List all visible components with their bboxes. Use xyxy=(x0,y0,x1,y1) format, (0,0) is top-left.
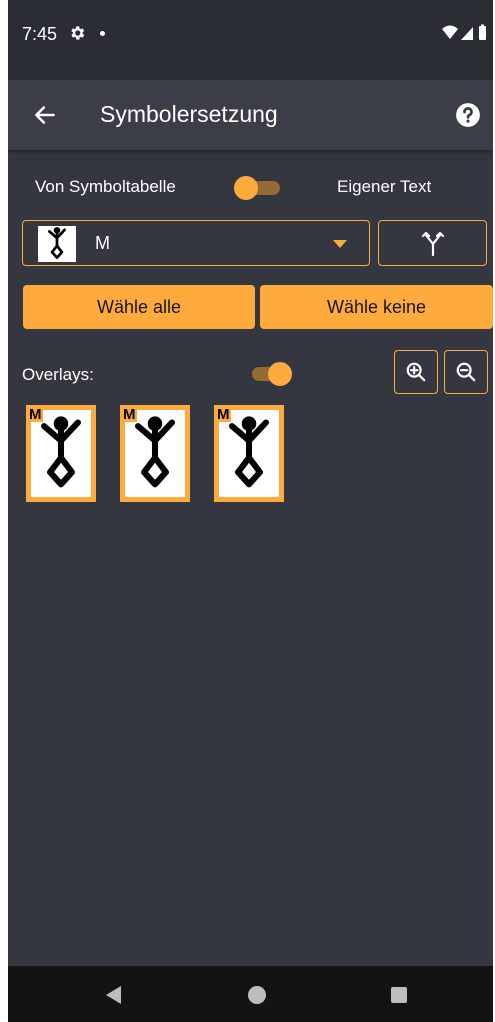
status-system-icons xyxy=(442,24,486,40)
symbol-tile-letter: M xyxy=(28,406,43,423)
status-bar: 7:45 xyxy=(8,0,493,80)
nav-home-icon[interactable] xyxy=(248,986,266,1004)
stick-figure-icon xyxy=(135,416,175,488)
overlays-row: Overlays: xyxy=(8,350,493,400)
battery-icon xyxy=(479,24,486,40)
nav-back-icon[interactable] xyxy=(106,986,121,1004)
select-none-button[interactable]: Wähle keine xyxy=(260,285,493,329)
caret-down-icon xyxy=(333,240,347,248)
stick-figure-icon xyxy=(47,227,66,259)
nav-recents-icon[interactable] xyxy=(391,987,407,1003)
page-title: Symbolersetzung xyxy=(100,101,278,127)
app-bar: Symbolersetzung xyxy=(8,80,493,150)
notification-dot-icon xyxy=(100,31,105,36)
branch-button[interactable] xyxy=(378,220,487,266)
overlay-tiles: M M M xyxy=(26,405,326,505)
mode-label-symbol-table: Von Symboltabelle xyxy=(35,177,176,196)
mode-toggle-thumb xyxy=(234,176,258,200)
symbol-select[interactable]: M xyxy=(22,220,370,266)
zoom-out-icon xyxy=(456,362,476,382)
signal-icon xyxy=(461,27,473,40)
zoom-out-button[interactable] xyxy=(444,350,488,394)
branch-arrows-icon xyxy=(421,231,445,256)
symbol-tile[interactable]: M xyxy=(214,405,284,502)
symbol-tile[interactable]: M xyxy=(26,405,96,502)
symbol-thumbnail xyxy=(38,226,76,262)
overlays-toggle[interactable] xyxy=(246,362,292,386)
phone-screen: 7:45 Symbolersetzung Von Symboltabelle E… xyxy=(8,0,493,1022)
stick-figure-icon xyxy=(41,416,81,488)
overlays-label: Overlays: xyxy=(22,365,94,384)
select-all-button[interactable]: Wähle alle xyxy=(23,285,255,329)
zoom-in-button[interactable] xyxy=(394,350,438,394)
wifi-icon xyxy=(442,25,458,39)
system-nav-bar xyxy=(8,966,493,1022)
status-time: 7:45 xyxy=(22,24,58,44)
gear-icon xyxy=(71,26,85,40)
zoom-in-icon xyxy=(406,362,426,382)
help-circle-icon[interactable] xyxy=(455,102,481,128)
stick-figure-icon xyxy=(229,416,269,488)
mode-row: Von Symboltabelle Eigener Text xyxy=(8,168,493,208)
symbol-tile[interactable]: M xyxy=(120,405,190,502)
mode-label-custom-text: Eigener Text xyxy=(337,177,432,196)
arrow-left-icon[interactable] xyxy=(32,102,58,128)
overlays-toggle-thumb xyxy=(268,362,292,386)
symbol-tile-letter: M xyxy=(122,406,137,423)
symbol-tile-letter: M xyxy=(216,406,231,423)
symbol-select-value: M xyxy=(95,233,110,253)
mode-toggle[interactable] xyxy=(234,176,280,200)
